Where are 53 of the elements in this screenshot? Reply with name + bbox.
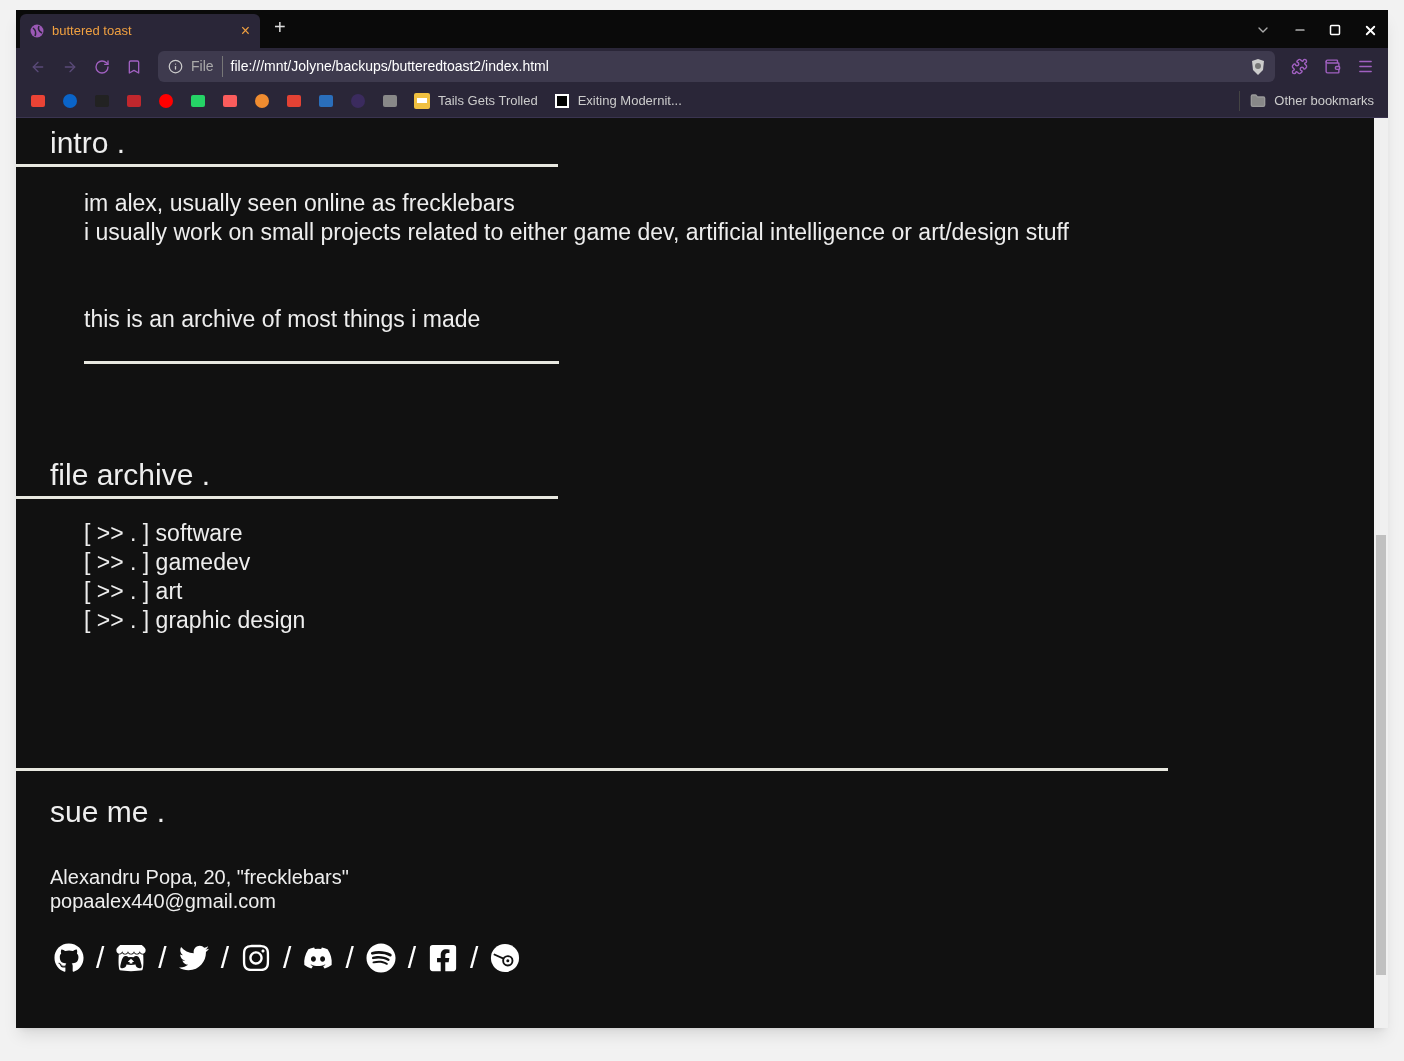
github-icon[interactable] — [54, 942, 84, 973]
archive-link[interactable]: [ >> . ] gamedev — [84, 548, 251, 577]
square-icon — [553, 93, 570, 109]
section-heading: intro . — [50, 125, 127, 161]
reload-icon[interactable] — [94, 58, 110, 75]
bookmark-item[interactable]: Exiting Modernit... — [553, 91, 682, 111]
archive-link[interactable]: [ >> . ] graphic design — [84, 606, 306, 635]
browser-tab[interactable]: buttered toast × — [20, 14, 260, 48]
intro-text: this is an archive of most things i made — [84, 305, 482, 334]
camera-icon[interactable] — [241, 942, 272, 973]
bookmark-favicon-icon[interactable] — [254, 93, 270, 109]
section-heading: file archive . — [50, 457, 212, 493]
tab-title: buttered toast — [52, 22, 133, 41]
bookmark-item[interactable]: Tails Gets Trolled — [414, 91, 538, 111]
bookmark-favicon-icon[interactable] — [158, 93, 174, 109]
bookmark-favicon-icon[interactable] — [30, 93, 46, 109]
info-icon — [168, 59, 183, 74]
new-tab-button[interactable]: + — [274, 12, 286, 42]
intro-text: im alex, usually seen online as frecklebars — [84, 189, 516, 218]
tab-close-button[interactable]: × — [240, 19, 250, 43]
globe-icon — [30, 24, 44, 38]
address-bar[interactable]: File file:///mnt/Jolyne/backups/butteredtoast2/index.html — [158, 51, 1275, 82]
bookmark-favicon-icon[interactable] — [190, 93, 206, 109]
sound-waves-icon[interactable] — [365, 942, 396, 973]
separator-text: / — [158, 940, 167, 976]
contact-text: popaalex440@gmail.com — [50, 889, 277, 913]
folder-icon — [1250, 93, 1267, 109]
intro-text: i usually work on small projects related to either game dev, artificial intelligence or art/design stuff — [84, 218, 1070, 247]
wallet-icon[interactable] — [1324, 58, 1341, 75]
contact-text: Alexandru Popa, 20, "frecklebars" — [50, 865, 350, 889]
url-text: file:///mnt/Jolyne/backups/butteredtoast2/index.html — [230, 57, 550, 76]
facebook-icon[interactable] — [428, 942, 459, 973]
separator-text: / — [283, 940, 292, 976]
separator-text: / — [345, 940, 354, 976]
section-heading: sue me . — [49, 794, 167, 830]
bookmark-favicon-icon[interactable] — [222, 93, 238, 109]
extensions-icon[interactable] — [1291, 58, 1308, 75]
separator-text: / — [96, 940, 105, 976]
archive-link[interactable]: [ >> . ] art — [84, 577, 183, 606]
maximize-icon[interactable] — [1329, 24, 1341, 36]
bookmark-icon[interactable] — [126, 58, 142, 75]
disc-icon[interactable] — [490, 942, 521, 973]
bookmark-favicon-icon[interactable] — [382, 93, 398, 109]
scrollbar[interactable] — [1374, 118, 1388, 1028]
archive-link[interactable]: [ >> . ] software — [84, 519, 243, 548]
other-bookmarks[interactable]: Other bookmarks — [1239, 91, 1374, 111]
scheme-label: File — [191, 56, 223, 77]
storefront-icon[interactable] — [116, 942, 147, 973]
separator-text: / — [407, 940, 417, 976]
separator-text: / — [220, 940, 230, 976]
bookmark-favicon-icon[interactable] — [286, 93, 302, 109]
menu-icon[interactable] — [1357, 58, 1374, 75]
separator-text: / — [470, 940, 479, 976]
